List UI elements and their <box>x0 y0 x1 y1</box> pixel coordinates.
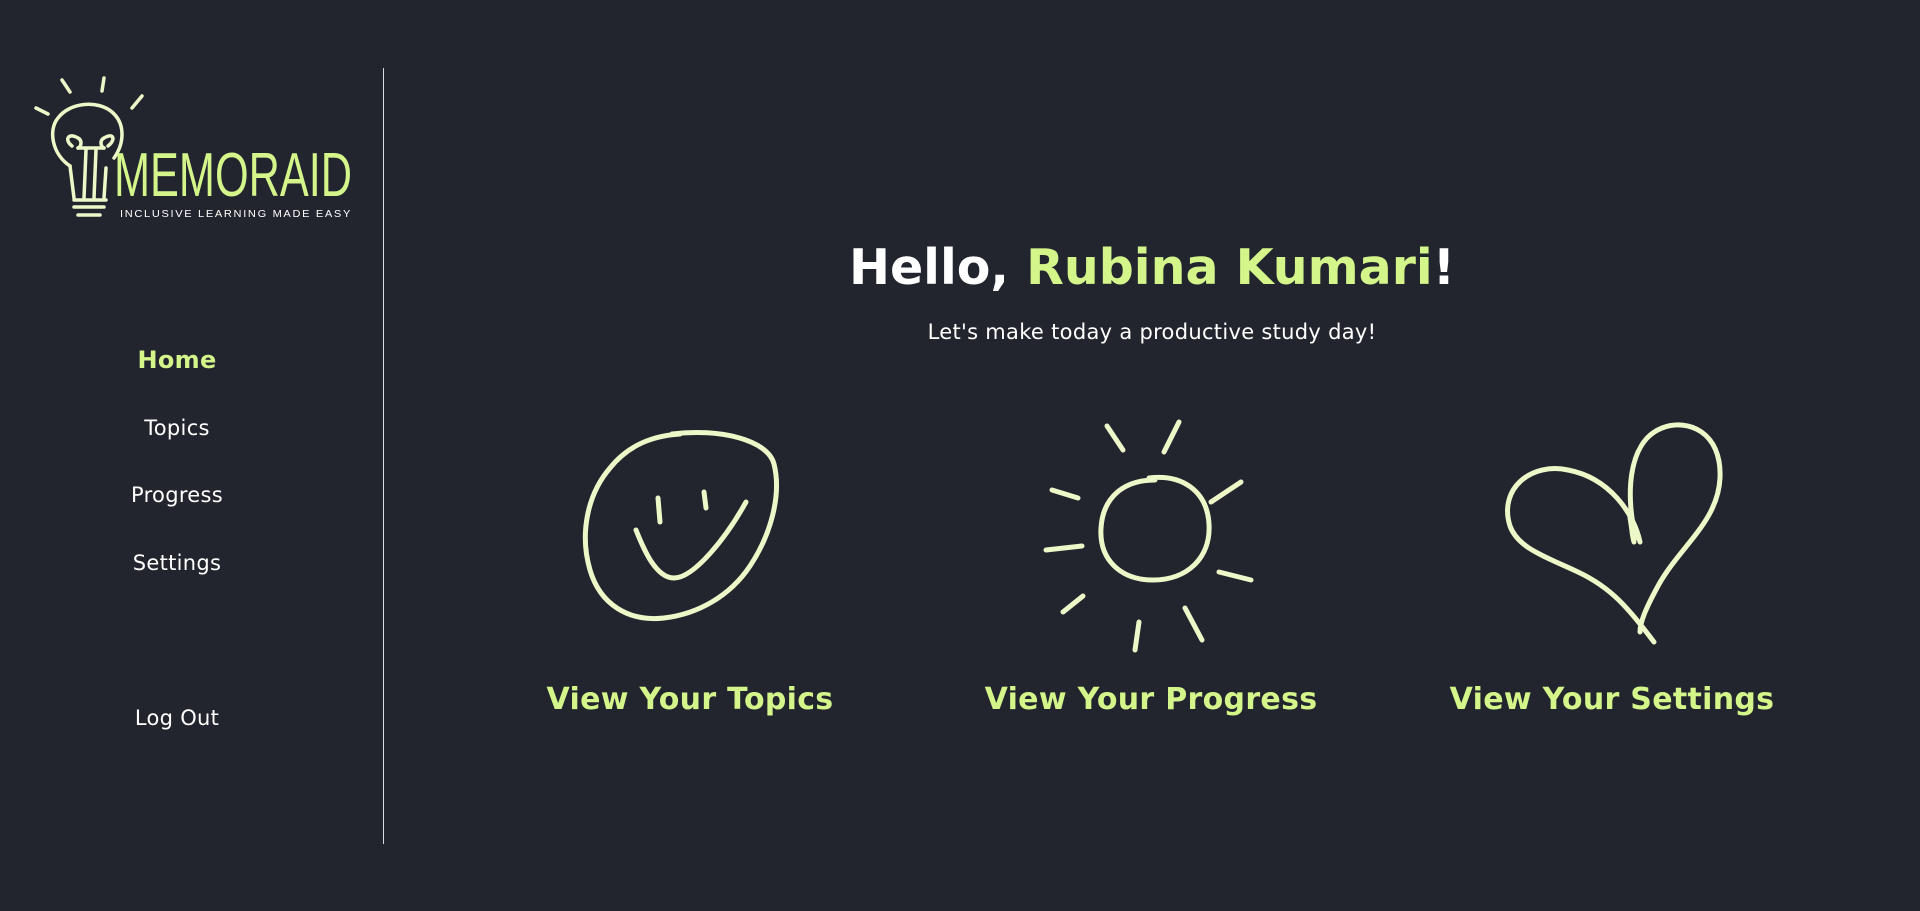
sidebar: MEMORAID INCLUSIVE LEARNING MADE EASY Ho… <box>0 0 383 911</box>
sidebar-item-topics[interactable]: Topics <box>0 408 354 476</box>
brand-name: MEMORAID <box>114 141 352 210</box>
sidebar-item-settings[interactable]: Settings <box>0 543 354 611</box>
view-progress-card[interactable]: View Your Progress <box>951 418 1351 728</box>
view-topics-card[interactable]: View Your Topics <box>490 418 890 728</box>
user-name: Rubina Kumari <box>1026 238 1433 296</box>
view-settings-card[interactable]: View Your Settings <box>1412 418 1812 728</box>
page-title: Hello, Rubina Kumari! <box>384 233 1920 303</box>
sun-icon[interactable] <box>1031 418 1271 658</box>
view-progress-link[interactable]: View Your Progress <box>911 680 1391 720</box>
sidebar-item-progress[interactable]: Progress <box>0 475 354 543</box>
view-settings-link[interactable]: View Your Settings <box>1372 680 1852 720</box>
brand-tagline: INCLUSIVE LEARNING MADE EASY <box>120 208 352 220</box>
lightbulb-logo-icon: MEMORAID INCLUSIVE LEARNING MADE EASY <box>34 76 352 220</box>
sidebar-nav: Home Topics Progress Settings <box>0 340 354 610</box>
logout-button[interactable]: Log Out <box>0 698 354 738</box>
view-topics-link[interactable]: View Your Topics <box>450 680 930 720</box>
heart-icon[interactable] <box>1492 418 1732 658</box>
main-content: Hello, Rubina Kumari! Let's make today a… <box>384 0 1920 911</box>
sidebar-item-home[interactable]: Home <box>0 340 354 408</box>
page-subtitle: Let's make today a productive study day! <box>927 320 1377 344</box>
app: MEMORAID INCLUSIVE LEARNING MADE EASY Ho… <box>0 0 1920 911</box>
greeting-prefix: Hello, <box>848 238 1027 296</box>
memoraid-logo[interactable]: MEMORAID INCLUSIVE LEARNING MADE EASY <box>34 74 360 224</box>
smiley-icon[interactable] <box>570 418 810 658</box>
greeting-suffix: ! <box>1432 238 1456 296</box>
